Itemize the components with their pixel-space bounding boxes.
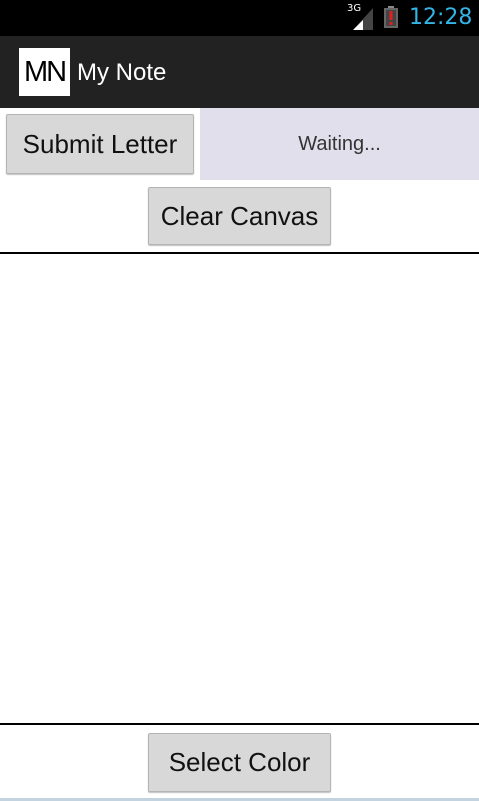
app-title: My Note: [77, 59, 167, 86]
canvas-bottom-divider: [0, 723, 479, 725]
signal-icon: 3G: [347, 4, 375, 30]
action-bar: MN My Note: [0, 36, 479, 108]
app-icon[interactable]: MN: [19, 48, 70, 96]
submit-letter-button[interactable]: Submit Letter: [6, 114, 194, 174]
drawing-canvas[interactable]: [0, 254, 479, 724]
clear-canvas-button[interactable]: Clear Canvas: [148, 187, 331, 245]
status-bar: 3G 12:28: [0, 0, 479, 36]
clock: 12:28: [409, 5, 473, 30]
status-text: Waiting...: [200, 108, 479, 180]
battery-alert-icon: [384, 6, 398, 28]
select-color-button[interactable]: Select Color: [148, 733, 331, 792]
